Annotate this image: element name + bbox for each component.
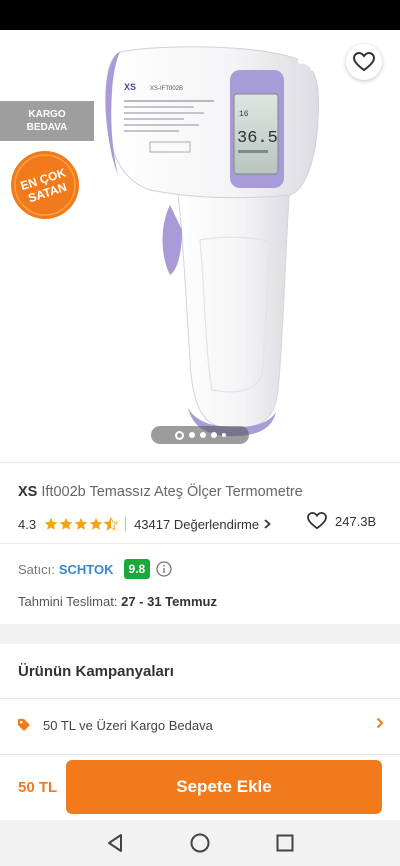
product-brand[interactable]: XS [18,484,37,500]
system-navigation-bar [0,820,400,866]
device-display-reading: 36.5 [237,129,278,148]
campaigns-title: Ürünün Kampanyaları [18,663,174,680]
favorite-button[interactable] [346,44,382,80]
chevron-right-icon [264,519,271,529]
device-model-label: XS-IFT002B [150,86,183,92]
rating-row[interactable]: 4.3 43417 Değerlendirme [18,515,271,533]
share-icon [298,51,316,71]
gallery-dot[interactable] [221,433,226,437]
campaigns-section: Ürünün Kampanyaları 50 TL ve Üzeri Kargo… [0,644,400,754]
product-info-panel: XS Ift002b Temassız Ateş Ölçer Termometr… [0,462,400,624]
seller-score-badge: 9.8 [123,559,151,579]
free-shipping-badge-line2: BEDAVA [26,122,68,133]
star-full-icon [59,517,73,530]
star-full-icon [44,517,58,530]
divider [0,543,400,544]
arrow-left-icon [21,52,41,70]
delivery-label: Tahmini Teslimat: [18,594,118,609]
star-full-icon [74,517,88,530]
device-brand-mark: XS [124,82,136,92]
product-image-gallery[interactable]: 16 36.5 XS XS-IFT002B KARGO BEDAVA EN ÇO… [0,30,400,462]
heart-icon [353,52,375,72]
delivery-dates: 27 - 31 Temmuz [121,594,217,609]
gallery-dot[interactable] [188,432,195,438]
product-title: XS Ift002b Temassız Ateş Ölçer Termometr… [18,484,303,500]
circle-home-icon[interactable] [189,832,211,854]
divider [125,517,127,531]
status-bar [0,0,400,30]
free-shipping-badge-line1: KARGO [28,109,66,120]
add-to-cart-bar: 50 TL Sepete Ekle [0,754,400,820]
tag-icon [18,719,30,731]
add-to-cart-button[interactable]: Sepete Ekle [66,760,382,814]
free-shipping-badge: KARGO BEDAVA [0,101,94,141]
info-circle-icon[interactable] [156,561,172,577]
chevron-right-icon [376,717,384,729]
campaign-item[interactable]: 50 TL ve Üzeri Kargo Bedava [0,699,400,751]
heart-icon [307,512,327,530]
product-name: Ift002b Temassız Ateş Ölçer Termometre [41,484,303,500]
seller-name-link[interactable]: SCHTOK [59,562,114,577]
gallery-dot[interactable] [199,432,206,438]
square-recent-icon[interactable] [274,832,296,854]
gallery-dot[interactable] [210,432,217,438]
estimated-delivery: Tahmini Teslimat: 27 - 31 Temmuz [18,594,217,609]
triangle-back-icon[interactable] [104,832,126,854]
star-half-icon [104,517,119,531]
product-image: 16 36.5 XS XS-IFT002B [105,46,320,437]
star-full-icon [89,517,103,530]
gallery-pagination[interactable] [151,426,249,444]
product-price: 50 TL [18,779,58,796]
rating-stars [44,517,119,531]
campaign-item-label: 50 TL ve Üzeri Kargo Bedava [43,717,213,733]
likes-counter[interactable]: 247.3B [307,512,376,530]
back-button[interactable] [14,46,48,76]
reviews-link[interactable]: 43417 Değerlendirme [134,517,271,532]
rating-value: 4.3 [18,516,37,532]
seller-label: Satıcı: [18,561,55,577]
svg-text:16: 16 [239,110,249,119]
best-seller-badge: EN ÇOK SATAN [11,151,79,219]
review-count: 43417 Değerlendirme [134,516,260,532]
share-button[interactable] [290,44,324,78]
seller-row: Satıcı: SCHTOK 9.8 [18,558,172,580]
likes-count: 247.3B [335,513,377,529]
gallery-dot[interactable] [174,430,184,440]
